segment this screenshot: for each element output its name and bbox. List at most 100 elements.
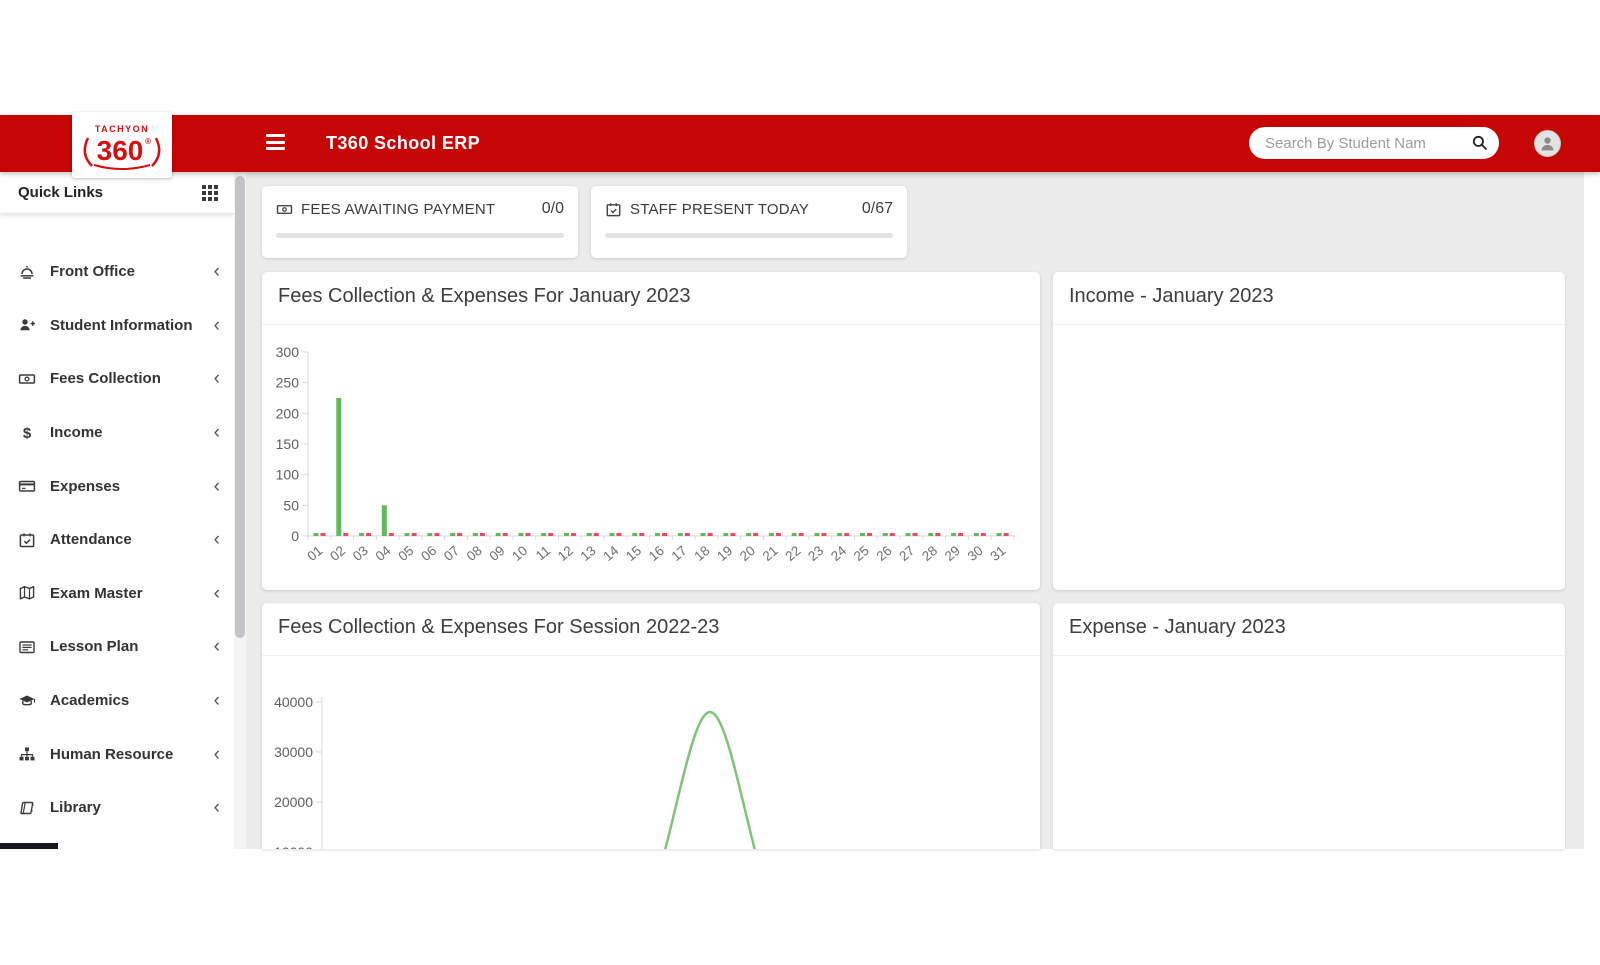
calendar-check-icon bbox=[18, 531, 36, 549]
logo-top-text: TACHYON bbox=[95, 124, 149, 134]
fees-expenses-january-chart-card: Fees Collection & Expenses For January 2… bbox=[262, 272, 1040, 590]
svg-text:$: $ bbox=[23, 425, 32, 442]
dashboard-screen: TACHYON 360 ® T360 School ERP Quick Link… bbox=[0, 0, 1600, 965]
svg-text:01: 01 bbox=[304, 543, 325, 564]
user-icon bbox=[1538, 134, 1557, 153]
sidebar-item-exam-master[interactable]: Exam Master ‹ bbox=[0, 567, 234, 621]
sidebar-item-fees-collection[interactable]: Fees Collection ‹ bbox=[0, 352, 234, 406]
svg-text:10000: 10000 bbox=[274, 844, 313, 849]
daily-bar-chart: 0501001502002503000102030405060708091011… bbox=[262, 272, 1040, 590]
sidebar-item-label: Attendance bbox=[50, 531, 214, 548]
sidebar-item-label: Fees Collection bbox=[50, 370, 214, 387]
quick-links-header: Quick Links bbox=[0, 172, 234, 214]
stat-label: FEES AWAITING PAYMENT bbox=[301, 201, 542, 218]
sidebar-item-label: Academics bbox=[50, 692, 214, 709]
svg-text:11: 11 bbox=[533, 543, 553, 563]
svg-text:40000: 40000 bbox=[274, 694, 313, 710]
sidebar-item-label: Human Resource bbox=[50, 746, 214, 763]
sidebar-item-academics[interactable]: Academics ‹ bbox=[0, 674, 234, 728]
svg-text:15: 15 bbox=[623, 543, 644, 564]
svg-text:20: 20 bbox=[737, 543, 758, 564]
sidebar-item-student-information[interactable]: Student Information ‹ bbox=[0, 299, 234, 353]
svg-text:04: 04 bbox=[373, 543, 395, 564]
apps-grid-icon[interactable] bbox=[202, 185, 218, 201]
sidebar-scrollbar-thumb[interactable] bbox=[235, 176, 245, 638]
sidebar-item-library[interactable]: Library ‹ bbox=[0, 781, 234, 835]
user-avatar[interactable] bbox=[1534, 130, 1561, 157]
chevron-left-icon: ‹ bbox=[214, 262, 220, 281]
sidebar-item-label: Library bbox=[50, 799, 214, 816]
svg-text:30: 30 bbox=[965, 543, 986, 564]
panel-title: Income - January 2023 bbox=[1069, 285, 1274, 308]
svg-text:05: 05 bbox=[395, 543, 416, 564]
svg-text:150: 150 bbox=[276, 436, 300, 452]
svg-text:03: 03 bbox=[350, 543, 371, 564]
svg-text:02: 02 bbox=[327, 543, 348, 564]
svg-text:21: 21 bbox=[760, 543, 781, 564]
chevron-left-icon: ‹ bbox=[214, 745, 220, 764]
logo-main-text: 360 bbox=[97, 135, 144, 166]
sidebar-item-expenses[interactable]: Expenses ‹ bbox=[0, 459, 234, 513]
svg-text:250: 250 bbox=[276, 375, 300, 391]
chevron-left-icon: ‹ bbox=[214, 477, 220, 496]
svg-text:25: 25 bbox=[851, 543, 872, 564]
sidebar-item-lesson-plan[interactable]: Lesson Plan ‹ bbox=[0, 620, 234, 674]
svg-text:06: 06 bbox=[418, 543, 439, 564]
svg-text:19: 19 bbox=[714, 543, 735, 564]
svg-text:100: 100 bbox=[276, 467, 300, 483]
svg-text:17: 17 bbox=[669, 543, 690, 564]
menu-toggle-button[interactable] bbox=[266, 134, 285, 150]
sidebar-item-human-resource[interactable]: Human Resource ‹ bbox=[0, 727, 234, 781]
svg-text:200: 200 bbox=[276, 405, 300, 421]
divider bbox=[1053, 324, 1565, 325]
sidebar-item-attendance[interactable]: Attendance ‹ bbox=[0, 513, 234, 567]
sidebar-scrollbar-track[interactable] bbox=[234, 172, 246, 849]
svg-text:13: 13 bbox=[578, 543, 599, 564]
banknote-icon bbox=[18, 370, 36, 388]
sidebar-item-label: Income bbox=[50, 424, 214, 441]
panel-title: Expense - January 2023 bbox=[1069, 616, 1286, 639]
sidebar-item-label: Lesson Plan bbox=[50, 638, 214, 655]
stat-label: STAFF PRESENT TODAY bbox=[630, 201, 862, 218]
logo-right-swoosh bbox=[152, 138, 159, 166]
search-input[interactable] bbox=[1265, 135, 1471, 152]
banknote-icon bbox=[276, 201, 293, 218]
expense-january-card: Expense - January 2023 bbox=[1053, 603, 1565, 849]
svg-text:22: 22 bbox=[782, 543, 803, 564]
list-box-icon bbox=[18, 638, 36, 656]
search-icon[interactable] bbox=[1471, 134, 1489, 152]
sidebar-item-income[interactable]: $ Income ‹ bbox=[0, 406, 234, 460]
staff-present-today-card: STAFF PRESENT TODAY 0/67 bbox=[591, 186, 907, 258]
chevron-left-icon: ‹ bbox=[214, 691, 220, 710]
sidebar-menu: Front Office ‹ Student Information ‹ bbox=[0, 245, 234, 835]
svg-text:29: 29 bbox=[942, 543, 963, 564]
svg-text:23: 23 bbox=[805, 543, 826, 564]
svg-text:14: 14 bbox=[600, 543, 622, 564]
dollar-icon: $ bbox=[18, 424, 36, 442]
app-title: T360 School ERP bbox=[326, 133, 480, 154]
book-icon bbox=[18, 799, 36, 817]
svg-text:08: 08 bbox=[464, 543, 485, 564]
bottom-edge-strip bbox=[0, 843, 58, 849]
chevron-left-icon: ‹ bbox=[214, 369, 220, 388]
stat-value: 0/67 bbox=[862, 200, 893, 218]
svg-text:18: 18 bbox=[691, 543, 712, 564]
progress-bar bbox=[276, 233, 564, 238]
chevron-left-icon: ‹ bbox=[214, 584, 220, 603]
t360-logo-icon: TACHYON 360 ® bbox=[76, 116, 168, 174]
progress-bar bbox=[605, 233, 893, 238]
svg-text:26: 26 bbox=[874, 543, 895, 564]
session-line-chart: 10000200003000040000 bbox=[262, 603, 1040, 849]
fees-expenses-session-chart-card: Fees Collection & Expenses For Session 2… bbox=[262, 603, 1040, 849]
svg-text:12: 12 bbox=[555, 543, 576, 564]
svg-text:09: 09 bbox=[486, 543, 507, 564]
desk-bell-icon bbox=[18, 263, 36, 281]
svg-text:10: 10 bbox=[509, 543, 530, 564]
svg-text:07: 07 bbox=[441, 543, 462, 564]
svg-text:50: 50 bbox=[283, 497, 299, 513]
sidebar-item-front-office[interactable]: Front Office ‹ bbox=[0, 245, 234, 299]
chevron-left-icon: ‹ bbox=[214, 637, 220, 656]
svg-text:28: 28 bbox=[919, 543, 940, 564]
brand-logo[interactable]: TACHYON 360 ® bbox=[72, 112, 172, 178]
quick-links-label: Quick Links bbox=[18, 184, 103, 201]
